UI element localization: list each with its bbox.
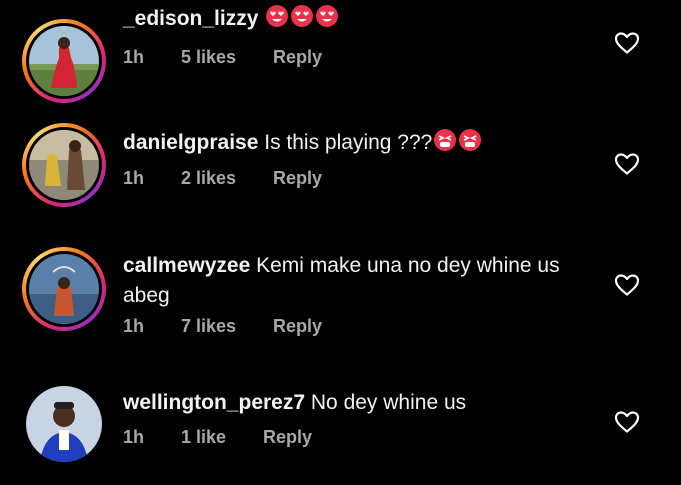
heart-outline-icon[interactable]	[614, 410, 640, 434]
comment-username[interactable]: danielgpraise	[123, 131, 258, 154]
comment-time: 1h	[123, 168, 145, 188]
comment-text: _edison_lizzy	[123, 4, 593, 37]
comment-meta: 1h 2 likes Reply	[123, 168, 322, 189]
heart-outline-icon[interactable]	[614, 152, 640, 176]
reply-button[interactable]: Reply	[273, 316, 322, 337]
avatar	[29, 254, 99, 324]
comment-text: wellington_perez7 No dey whine us	[123, 388, 593, 418]
heart-eyes-emoji	[315, 4, 339, 37]
avatar-story-ring[interactable]	[22, 123, 106, 207]
comment-username[interactable]: _edison_lizzy	[123, 7, 258, 30]
comment-time: 1h	[123, 427, 145, 447]
comment-meta: 1h 5 likes Reply	[123, 47, 322, 68]
comment-meta: 1h 1 like Reply	[123, 427, 312, 448]
tired-face-emoji	[458, 128, 482, 161]
comment-body: No dey whine us	[310, 391, 467, 414]
comment-time: 1h	[123, 316, 145, 336]
comment-likes[interactable]: 1 like	[181, 427, 263, 448]
reply-button[interactable]: Reply	[273, 47, 322, 68]
comment-body: Is this playing ???	[264, 131, 433, 154]
avatar-story-ring[interactable]	[22, 247, 106, 331]
heart-eyes-emoji	[265, 4, 289, 37]
comment-time: 1h	[123, 47, 145, 67]
avatar[interactable]	[26, 386, 102, 462]
tired-face-emoji	[433, 128, 457, 161]
heart-outline-icon[interactable]	[614, 273, 640, 297]
comment-likes[interactable]: 2 likes	[181, 168, 273, 189]
heart-outline-icon[interactable]	[614, 31, 640, 55]
comment-username[interactable]: callmewyzee	[123, 254, 250, 277]
avatar-story-ring[interactable]	[22, 19, 106, 103]
comment-text: callmewyzee Kemi make una no dey whine u…	[123, 251, 593, 311]
comment-username[interactable]: wellington_perez7	[123, 391, 305, 414]
heart-eyes-emoji	[290, 4, 314, 37]
reply-button[interactable]: Reply	[273, 168, 322, 189]
comment-meta: 1h 7 likes Reply	[123, 316, 322, 337]
avatar	[29, 130, 99, 200]
comment-likes[interactable]: 5 likes	[181, 47, 273, 68]
avatar	[29, 26, 99, 96]
comment-likes[interactable]: 7 likes	[181, 316, 273, 337]
comment-text: danielgpraise Is this playing ???	[123, 128, 593, 161]
reply-button[interactable]: Reply	[263, 427, 312, 448]
